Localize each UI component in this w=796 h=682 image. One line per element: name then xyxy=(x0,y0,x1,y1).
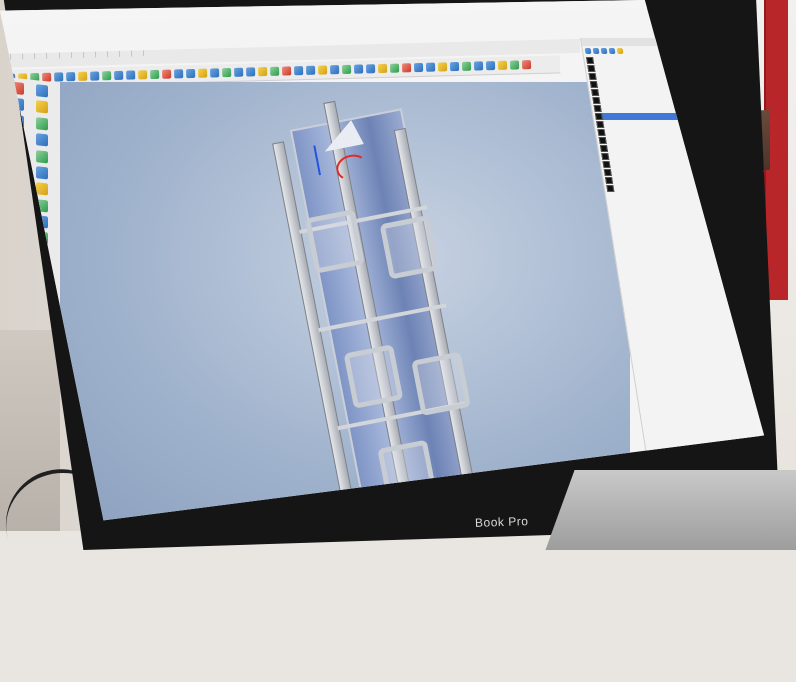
bracket xyxy=(411,351,471,416)
tab[interactable] xyxy=(24,53,35,59)
tab[interactable] xyxy=(109,51,120,57)
layer-filter-icon[interactable] xyxy=(617,48,624,54)
layer-color-swatch[interactable] xyxy=(591,89,599,96)
tab[interactable] xyxy=(133,50,144,56)
toolbar-tool-icon[interactable] xyxy=(294,66,303,75)
laptop-base xyxy=(545,470,796,550)
layer-color-swatch[interactable] xyxy=(592,97,600,104)
layer-color-swatch[interactable] xyxy=(595,113,603,120)
layer-color-swatch[interactable] xyxy=(587,65,595,72)
bracket xyxy=(305,209,365,274)
layer-color-swatch[interactable] xyxy=(602,161,610,168)
toolbar-tool-icon[interactable] xyxy=(510,60,519,69)
toolbar-tool-icon[interactable] xyxy=(114,71,123,80)
side-tool-icon[interactable] xyxy=(36,101,48,114)
side-tool-icon[interactable] xyxy=(36,150,48,163)
toolbar-tool-icon[interactable] xyxy=(222,68,231,77)
layer-color-swatch[interactable] xyxy=(596,121,604,128)
tab[interactable] xyxy=(85,51,96,57)
side-tool-icon[interactable] xyxy=(36,133,48,146)
toolbar-tool-icon[interactable] xyxy=(342,65,351,74)
toolbar-tool-icon[interactable] xyxy=(66,72,75,81)
toolbar-tool-icon[interactable] xyxy=(498,61,507,70)
layer-color-swatch[interactable] xyxy=(589,73,597,80)
toolbar-tool-icon[interactable] xyxy=(450,62,459,71)
toolbar-tool-icon[interactable] xyxy=(414,63,423,72)
layer-color-swatch[interactable] xyxy=(600,145,608,152)
toolbar-tool-icon[interactable] xyxy=(198,69,207,78)
layer-new-icon[interactable] xyxy=(585,48,592,54)
layer-color-swatch[interactable] xyxy=(586,57,594,64)
toolbar-tool-icon[interactable] xyxy=(210,68,219,77)
toolbar-tool-icon[interactable] xyxy=(270,67,279,76)
side-tool-icon[interactable] xyxy=(36,182,48,195)
toolbar-tool-icon[interactable] xyxy=(162,70,171,79)
layer-color-swatch[interactable] xyxy=(605,177,613,184)
toolbar-tool-icon[interactable] xyxy=(474,61,483,70)
layer-color-swatch[interactable] xyxy=(590,81,598,88)
tab[interactable] xyxy=(36,53,47,59)
toolbar-tool-icon[interactable] xyxy=(402,63,411,72)
toolbar-tool-icon[interactable] xyxy=(258,67,267,76)
tab[interactable] xyxy=(61,52,72,58)
layer-color-swatch[interactable] xyxy=(604,169,612,176)
toolbar-tool-icon[interactable] xyxy=(306,66,315,75)
side-tool-icon[interactable] xyxy=(36,84,48,97)
toolbar-tool-icon[interactable] xyxy=(522,60,531,69)
toolbar-tool-icon[interactable] xyxy=(462,62,471,71)
tab[interactable] xyxy=(73,52,84,58)
side-tool-icon[interactable] xyxy=(36,117,48,130)
layer-up-icon[interactable] xyxy=(601,48,608,54)
toolbar-tool-icon[interactable] xyxy=(90,71,99,80)
toolbar-tool-icon[interactable] xyxy=(354,64,363,73)
toolbar-tool-icon[interactable] xyxy=(186,69,195,78)
layer-delete-icon[interactable] xyxy=(593,48,600,54)
toolbar-tool-icon[interactable] xyxy=(246,67,255,76)
toolbar-tool-icon[interactable] xyxy=(282,66,291,75)
toolbar-tool-icon[interactable] xyxy=(150,70,159,79)
bracket xyxy=(344,344,404,409)
layer-color-swatch[interactable] xyxy=(597,129,605,136)
toolbar-tool-icon[interactable] xyxy=(54,72,63,81)
layer-color-swatch[interactable] xyxy=(601,153,609,160)
layer-down-icon[interactable] xyxy=(609,48,616,54)
toolbar-tool-icon[interactable] xyxy=(366,64,375,73)
layer-color-swatch[interactable] xyxy=(606,185,614,192)
side-tool-icon[interactable] xyxy=(36,166,48,179)
toolbar-tool-icon[interactable] xyxy=(486,61,495,70)
toolbar-tool-icon[interactable] xyxy=(390,64,399,73)
tab[interactable] xyxy=(48,52,59,58)
tab[interactable] xyxy=(12,53,23,59)
toolbar-tool-icon[interactable] xyxy=(330,65,339,74)
toolbar-tool-icon[interactable] xyxy=(126,70,135,79)
bracket xyxy=(380,215,440,280)
toolbar-tool-icon[interactable] xyxy=(102,71,111,80)
layer-color-swatch[interactable] xyxy=(599,137,607,144)
toolbar-tool-icon[interactable] xyxy=(438,62,447,71)
toolbar-tool-icon[interactable] xyxy=(234,68,243,77)
tab[interactable] xyxy=(121,51,132,57)
photo-scene: Book Pro xyxy=(0,0,796,531)
toolbar-tool-icon[interactable] xyxy=(426,63,435,72)
tab[interactable] xyxy=(97,51,108,57)
laptop-brand: Book Pro xyxy=(475,514,529,530)
toolbar-tool-icon[interactable] xyxy=(78,72,87,81)
toolbar-tool-icon[interactable] xyxy=(174,69,183,78)
toolbar-tool-icon[interactable] xyxy=(318,65,327,74)
layer-color-swatch[interactable] xyxy=(594,105,602,112)
toolbar-tool-icon[interactable] xyxy=(138,70,147,79)
toolbar-tool-icon[interactable] xyxy=(378,64,387,73)
